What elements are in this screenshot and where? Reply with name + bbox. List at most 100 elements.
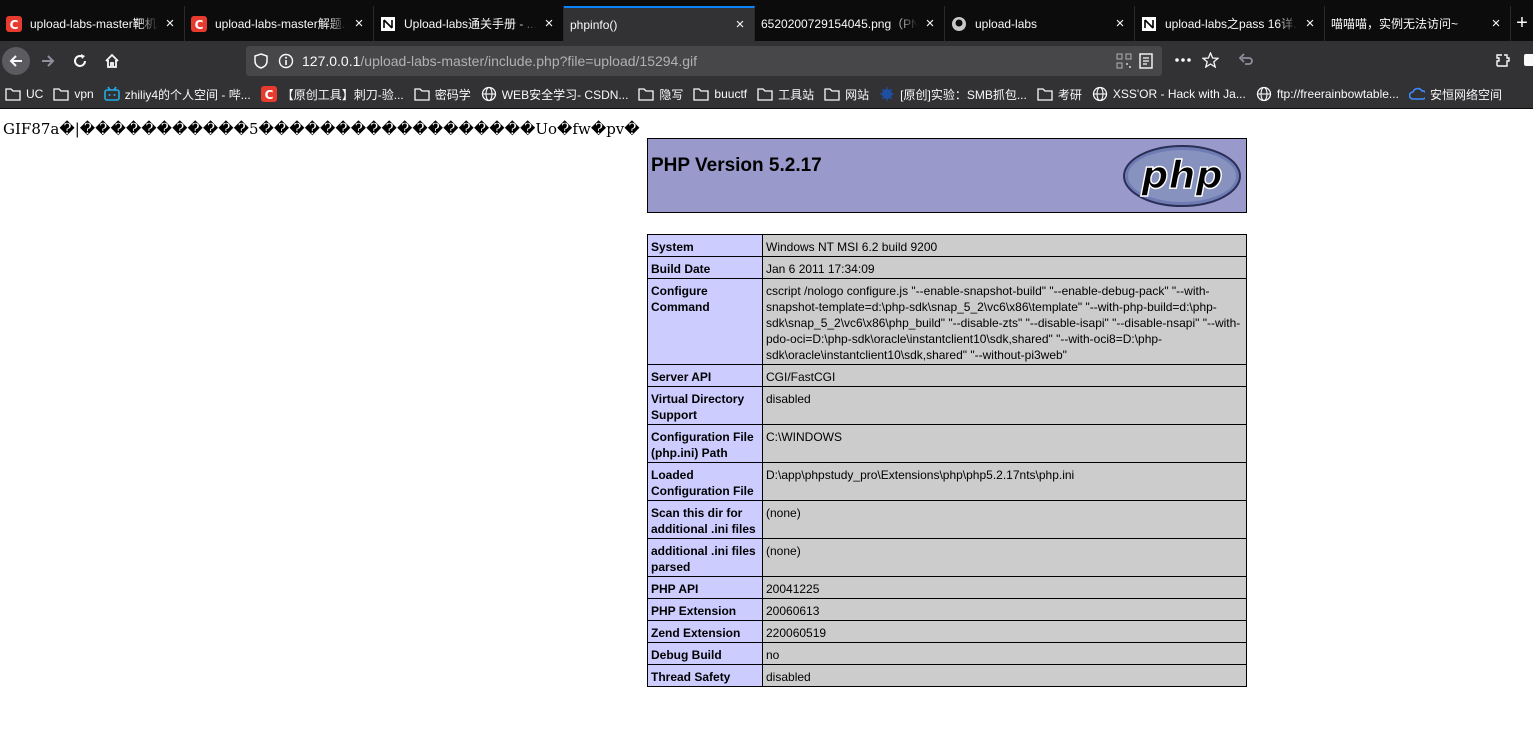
bookmark-star-icon[interactable] [1202, 52, 1219, 68]
back-button[interactable] [2, 46, 30, 75]
tab-title: Upload-labs通关手册 - ... [404, 17, 537, 31]
csdn-icon: C [260, 86, 277, 102]
tab-title: upload-labs [975, 16, 1038, 31]
bookmark-smb-capture[interactable]: [原创]实验：SMB抓包... [874, 82, 1032, 106]
row-value: no [762, 642, 1247, 665]
row-key: Zend Extension [647, 620, 763, 643]
row-value: (none) [762, 500, 1247, 539]
arrow-left-icon [9, 54, 22, 67]
phpinfo-panel: PHP Version 5.2.17 php System Windows NT … [647, 138, 1247, 687]
close-icon[interactable]: × [1302, 15, 1318, 32]
sidebar-toggle-icon[interactable] [1524, 54, 1533, 66]
folder-icon [1037, 86, 1053, 102]
plus-icon: + [1516, 12, 1528, 34]
tab-upload-labs-master-solution[interactable]: C upload-labs-master解题... × [185, 6, 374, 41]
tab-title: 6520200729154045.png（PN... [761, 17, 918, 31]
bookmark-folder-uc[interactable]: UC [0, 82, 48, 106]
bookmark-folder-vpn[interactable]: vpn [48, 82, 98, 106]
php-version-title: PHP Version 5.2.17 [651, 155, 822, 176]
bookmark-folder-buuctf[interactable]: buuctf [688, 82, 752, 106]
bookmark-folder-tools[interactable]: 工具站 [752, 82, 819, 106]
row-value: Jan 6 2011 17:34:09 [762, 256, 1247, 279]
row-value: 20060613 [762, 598, 1247, 621]
bookmark-web-security[interactable]: WEB安全学习- CSDN... [476, 82, 634, 106]
bookmark-bilibili-space[interactable]: zhiliy4的个人空间 - 哔... [99, 82, 256, 106]
row-value: disabled [762, 664, 1247, 687]
tab-bar: C upload-labs-master靶机... × C upload-lab… [0, 6, 1533, 41]
table-row: additional .ini files parsed (none) [647, 538, 1247, 577]
bookmark-folder-stego[interactable]: 隐写 [633, 82, 688, 106]
close-icon[interactable]: × [732, 16, 748, 33]
bookmark-folder-exam[interactable]: 考研 [1032, 82, 1087, 106]
github-icon [951, 16, 967, 32]
tab-png-image[interactable]: 6520200729154045.png（PN... × [755, 6, 945, 41]
table-row: Debug Build no [647, 642, 1247, 665]
close-icon[interactable]: × [1112, 15, 1128, 32]
row-key: PHP Extension [647, 598, 763, 621]
row-key: Server API [647, 364, 763, 387]
url-host: 127.0.0.1 [302, 53, 361, 69]
bookmark-xssor[interactable]: XSS'OR - Hack with Ja... [1087, 82, 1251, 106]
close-icon[interactable]: × [541, 15, 557, 32]
bookmark-anheng-cyberspace[interactable]: 安恒网络空间 [1404, 82, 1507, 106]
bookmark-folder-crypto[interactable]: 密码学 [409, 82, 476, 106]
bookmark-freerainbowtables[interactable]: ftp://freerainbowtable... [1251, 82, 1404, 106]
home-icon [105, 53, 119, 68]
bookmark-label: 【原创工具】刺刀-验... [281, 87, 404, 102]
table-row: Virtual Directory Support disabled [647, 386, 1247, 425]
tab-phpinfo[interactable]: phpinfo() × [564, 6, 755, 41]
tab-title: phpinfo() [570, 17, 618, 32]
php-version-header: PHP Version 5.2.17 php [647, 138, 1247, 213]
folder-icon [5, 86, 21, 102]
tab-upload-labs-master-target[interactable]: C upload-labs-master靶机... × [0, 6, 185, 41]
shield-icon[interactable] [254, 53, 268, 69]
bookmark-label: WEB安全学习- CSDN... [501, 87, 629, 102]
home-button[interactable] [98, 47, 126, 75]
close-icon[interactable]: × [351, 15, 367, 32]
new-tab-button[interactable]: + [1511, 6, 1533, 41]
undo-icon[interactable] [1238, 52, 1254, 68]
reader-view-icon[interactable] [1138, 53, 1154, 69]
qr-code-icon[interactable] [1116, 53, 1132, 69]
table-row: Zend Extension 220060519 [647, 620, 1247, 643]
info-icon[interactable] [278, 53, 294, 69]
extension-icon[interactable] [1494, 52, 1510, 68]
csdn-icon: C [191, 15, 207, 32]
table-row: PHP Extension 20060613 [647, 598, 1247, 621]
more-actions-icon[interactable] [1174, 52, 1192, 68]
bookmark-label: 工具站 [778, 87, 815, 102]
bookmark-folder-sites[interactable]: 网站 [819, 82, 874, 106]
folder-icon [824, 86, 840, 102]
bookmark-bayonet-tool[interactable]: C 【原创工具】刺刀-验... [256, 82, 409, 106]
address-bar[interactable]: 127.0.0.1/upload-labs-master/include.php… [246, 46, 1162, 76]
row-value: 220060519 [762, 620, 1247, 643]
globe-icon [1256, 86, 1272, 102]
arrow-right-icon [42, 54, 55, 67]
tab-upload-labs-manual[interactable]: Upload-labs通关手册 - ... × [374, 6, 564, 41]
row-key: Configure Command [647, 278, 763, 365]
close-icon[interactable]: × [162, 15, 178, 32]
bookmark-label: 网站 [845, 87, 870, 102]
row-value: (none) [762, 538, 1247, 577]
close-icon[interactable]: × [1488, 15, 1504, 32]
bookmark-label: 考研 [1057, 87, 1082, 102]
tab-instance-unreachable[interactable]: 喵喵喵，实例无法访问~ × [1325, 6, 1511, 41]
table-row: PHP API 20041225 [647, 576, 1247, 599]
reload-icon [74, 53, 86, 67]
row-key: Configuration File (php.ini) Path [647, 424, 763, 463]
bookmark-label: UC [26, 87, 44, 101]
tab-upload-labs-pass16[interactable]: upload-labs之pass 16详... × [1135, 6, 1325, 41]
row-value: cscript /nologo configure.js "--enable-s… [762, 278, 1247, 365]
reload-button[interactable] [66, 47, 94, 75]
url-path: /upload-labs-master/include.php?file=upl… [360, 53, 698, 69]
forward-button[interactable] [34, 47, 62, 75]
tab-title: upload-labs之pass 16详... [1165, 17, 1298, 31]
table-row: Loaded Configuration File D:\app\phpstudy… [647, 462, 1247, 501]
tab-upload-labs-github[interactable]: upload-labs × [945, 6, 1135, 41]
url-text[interactable]: 127.0.0.1/upload-labs-master/include.php… [302, 53, 697, 69]
close-icon[interactable]: × [922, 15, 938, 32]
bookmark-label: 密码学 [434, 87, 471, 102]
table-row: Server API CGI/FastCGI [647, 364, 1247, 387]
csdn-icon: C [6, 15, 22, 32]
row-key: additional .ini files parsed [647, 538, 763, 577]
